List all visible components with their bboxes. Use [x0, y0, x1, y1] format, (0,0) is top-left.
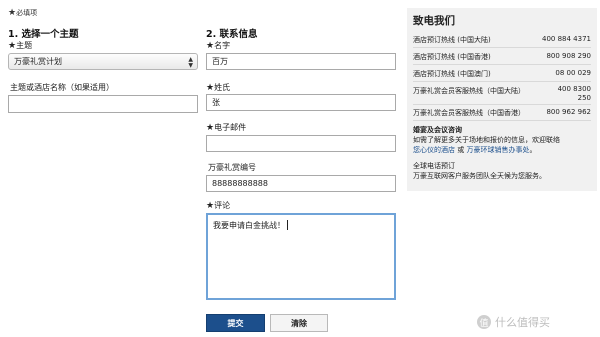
wedding-title: 婚宴及会议咨询 [413, 126, 462, 134]
last-name-label-text: 姓氏 [214, 83, 231, 92]
topic-select-value: 万豪礼赏计划 [14, 57, 62, 66]
required-star-icon: ★ [206, 83, 215, 93]
first-name-label: ★名字 [206, 40, 230, 51]
contact-row-value: 08 00 029 [555, 69, 591, 77]
period-text: 。 [529, 146, 537, 154]
sales-office-link[interactable]: 万豪环球销售办事处 [466, 146, 529, 154]
contact-row-label: 万豪礼赏会员客服热线（中国大陆） [413, 87, 525, 95]
contact-row-label: 酒店预订热线 (中国大陆) [413, 36, 491, 44]
section1-title: 1. 选择一个主题 [8, 29, 79, 40]
email-label: ★电子邮件 [206, 122, 246, 133]
wedding-links-line: 您心仪的酒店 或 万豪环球销售办事处。 [413, 145, 593, 155]
contact-row-value: 800 962 962 [546, 108, 591, 116]
global-booking-text: 万豪互联网客户服务团队全天候为您服务。 [413, 172, 546, 180]
text-caret [287, 220, 288, 230]
contact-title: 致电我们 [413, 15, 455, 27]
comment-label-text: 评论 [214, 201, 231, 210]
wedding-text: 如需了解更多关于场地和报价的信息，欢迎联络 [413, 136, 560, 144]
divider [413, 64, 591, 65]
comment-textarea[interactable]: 我要申请白金挑战！ [206, 213, 396, 300]
comment-label: ★评论 [206, 200, 230, 211]
email-label-text: 电子邮件 [214, 123, 247, 132]
submit-button[interactable]: 提交 [206, 314, 265, 332]
contact-row-value-line2: 250 [577, 94, 591, 102]
contact-row-label: 万豪礼赏会员客服热线（中国香港） [413, 109, 525, 117]
required-note: ★必填项 [8, 8, 37, 18]
required-star-icon: ★ [8, 8, 17, 18]
email-input[interactable] [206, 135, 396, 152]
contact-panel: 致电我们 酒店预订热线 (中国大陆) 400 884 4371 酒店预订热线 (… [407, 8, 597, 191]
divider [413, 104, 591, 105]
divider [413, 47, 591, 48]
watermark-text: 什么值得买 [495, 316, 550, 329]
hotel-input[interactable] [8, 95, 198, 113]
contact-row-value: 400 884 4371 [542, 35, 591, 43]
watermark: 值 什么值得买 [477, 314, 550, 330]
contact-row-value-line1: 400 8300 [557, 85, 591, 93]
topic-label: ★主题 [8, 40, 32, 51]
divider [413, 81, 591, 82]
rewards-label: 万豪礼赏编号 [208, 163, 256, 172]
divider [413, 120, 591, 121]
global-booking-link[interactable]: 全球电话预订 [413, 161, 593, 171]
comment-text: 我要申请白金挑战！ [213, 221, 285, 230]
topic-select[interactable]: 万豪礼赏计划 ▲ ▼ [8, 53, 198, 70]
required-star-icon: ★ [8, 41, 17, 51]
watermark-badge-icon: 值 [477, 315, 491, 329]
required-star-icon: ★ [206, 41, 215, 51]
topic-label-text: 主题 [16, 41, 33, 50]
required-star-icon: ★ [206, 201, 215, 211]
or-text: 或 [455, 146, 467, 154]
contact-row-value: 400 8300 250 [558, 85, 591, 103]
required-note-text: 必填项 [16, 9, 38, 17]
hotel-label: 主题或酒店名称（如果适用） [10, 83, 114, 92]
section2-title: 2. 联系信息 [206, 29, 258, 40]
required-star-icon: ★ [206, 123, 215, 133]
rewards-input[interactable]: 88888888888 [206, 175, 396, 192]
last-name-label: ★姓氏 [206, 82, 230, 93]
last-name-input[interactable]: 张 [206, 94, 396, 111]
contact-row-label: 酒店预订热线 (中国香港) [413, 53, 491, 61]
select-updown-icon: ▲ ▼ [188, 56, 193, 69]
contact-row-label: 酒店预订热线 (中国澳门) [413, 70, 491, 78]
contact-row-value: 800 908 290 [546, 52, 591, 60]
hotel-link[interactable]: 您心仪的酒店 [413, 146, 455, 154]
first-name-input[interactable]: 百万 [206, 53, 396, 70]
first-name-label-text: 名字 [214, 41, 231, 50]
clear-button[interactable]: 清除 [270, 314, 328, 332]
